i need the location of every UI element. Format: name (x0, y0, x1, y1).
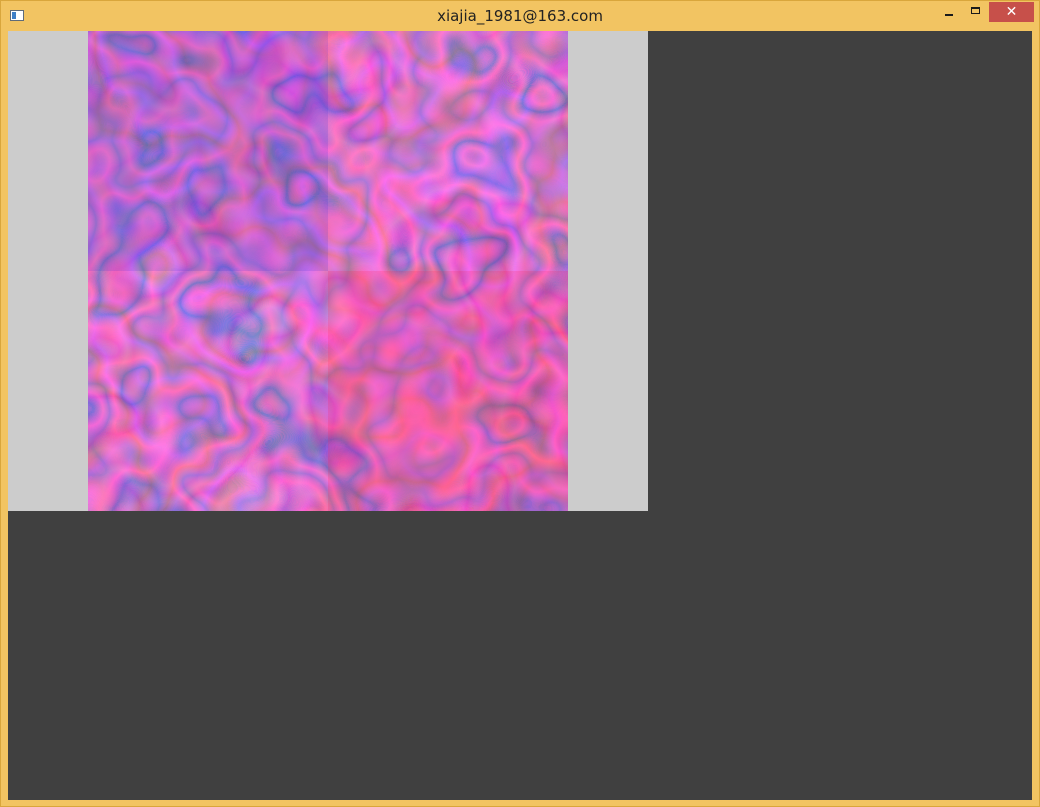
minimize-button[interactable] (936, 3, 962, 23)
render-viewport[interactable] (8, 31, 648, 511)
maximize-button[interactable] (963, 3, 989, 23)
procedural-texture (88, 31, 568, 511)
title-bar[interactable]: xiajia_1981@163.com ✕ (1, 1, 1039, 31)
window-title: xiajia_1981@163.com (437, 7, 603, 25)
texture-image (88, 31, 568, 511)
close-button[interactable]: ✕ (989, 2, 1034, 22)
close-icon: ✕ (1005, 4, 1018, 20)
client-area[interactable] (8, 31, 1032, 800)
app-window: xiajia_1981@163.com ✕ (0, 0, 1040, 807)
